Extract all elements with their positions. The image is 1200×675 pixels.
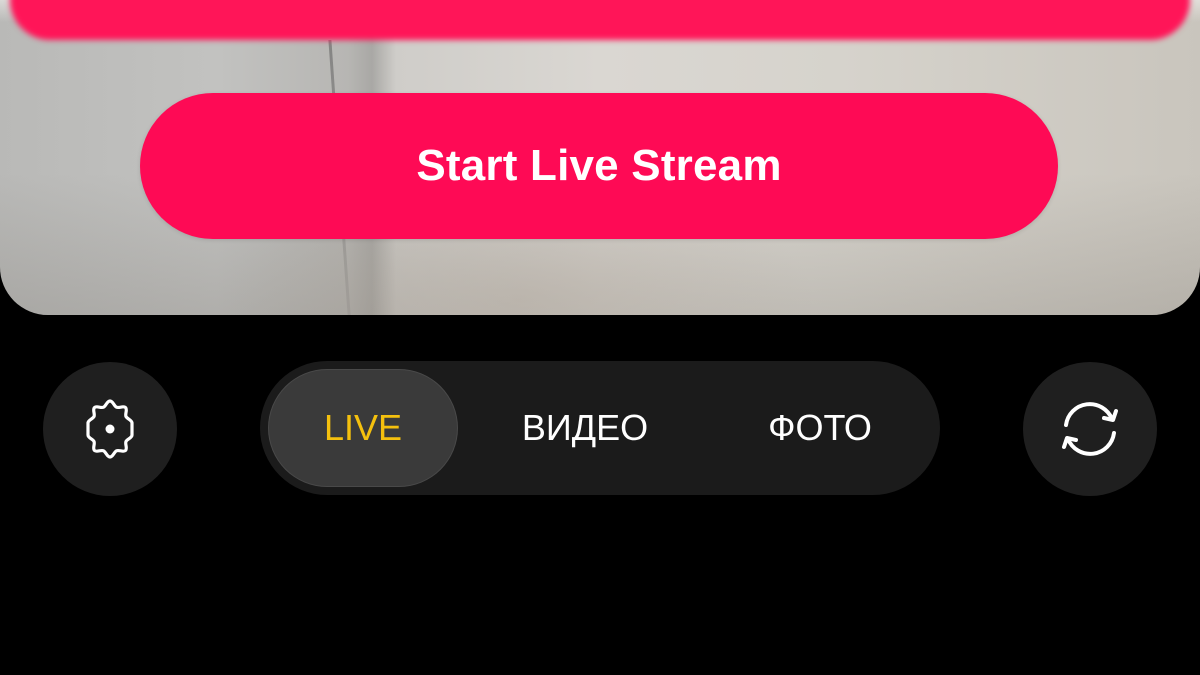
camera-screen: Start Live Stream LIVE ВИДЕО ФОТО — [0, 0, 1200, 675]
mode-photo[interactable]: ФОТО — [700, 361, 940, 495]
top-blurred-bar — [10, 0, 1190, 40]
mode-switcher: LIVE ВИДЕО ФОТО — [260, 361, 940, 495]
settings-button[interactable] — [43, 362, 177, 496]
start-live-stream-button[interactable]: Start Live Stream — [140, 93, 1058, 239]
flip-camera-button[interactable] — [1023, 362, 1157, 496]
gear-icon — [86, 399, 134, 459]
mode-live[interactable]: LIVE — [268, 361, 458, 495]
mode-video[interactable]: ВИДЕО — [470, 361, 700, 495]
camera-preview: Start Live Stream — [0, 0, 1200, 315]
camera-flip-icon — [1062, 402, 1118, 456]
